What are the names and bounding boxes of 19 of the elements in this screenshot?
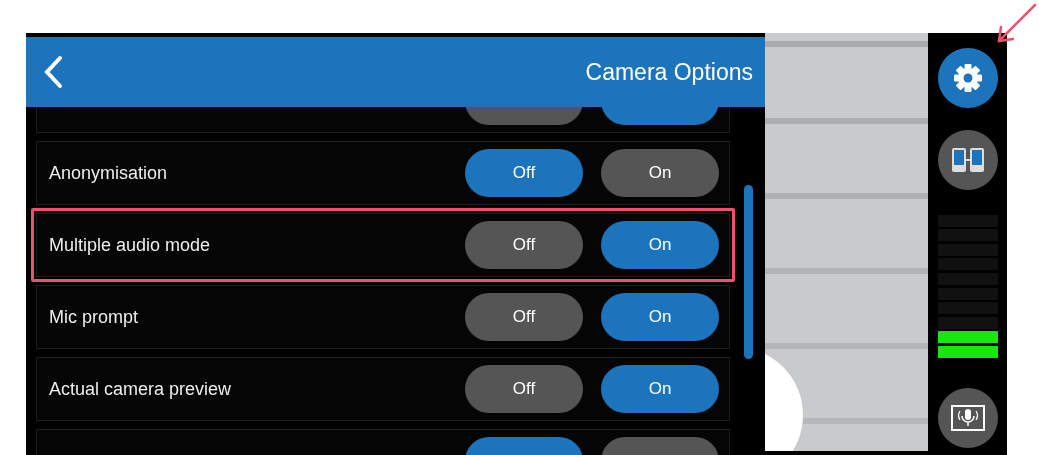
setting-label: Mic prompt: [49, 306, 138, 328]
screen-title: Camera Options: [585, 58, 753, 86]
toggle-option[interactable]: Off: [465, 365, 583, 413]
toggle-option[interactable]: On: [601, 365, 719, 413]
toggle-option[interactable]: On: [601, 149, 719, 197]
scrollbar-thumb[interactable]: [744, 185, 753, 359]
toggle-option[interactable]: On: [601, 221, 719, 269]
setting-label: Actual camera preview: [49, 378, 232, 400]
toggle-option[interactable]: On: [601, 293, 719, 341]
back-icon: [42, 55, 64, 89]
microphone-icon: [949, 403, 986, 433]
setting-label: Multiple audio mode: [49, 234, 211, 256]
settings-icon: [952, 63, 983, 93]
two-phones-icon: [950, 147, 985, 173]
setting-label: Anonymisation: [49, 162, 168, 184]
toggle-option[interactable]: Off: [465, 221, 583, 269]
toggle-option[interactable]: Off: [465, 149, 583, 197]
toggle-option[interactable]: Off: [465, 293, 583, 341]
back-button[interactable]: [42, 55, 64, 89]
